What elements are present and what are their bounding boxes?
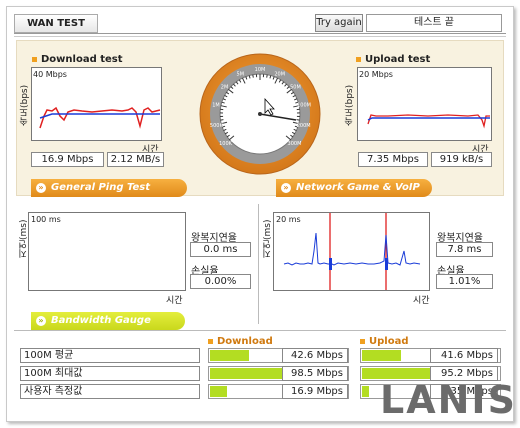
gauge-tick-label: 10M [255, 67, 266, 73]
gauge-tick [266, 74, 268, 78]
header-divider-shadow [14, 36, 506, 37]
general-ping-banner: » General Ping Test [31, 179, 187, 197]
download-speed-mbps: 16.9 Mbps [31, 152, 104, 167]
upload-series-blue [367, 117, 490, 121]
game-rtt-value: 7.8 ms [436, 242, 493, 257]
upload-value: 41.6 Mbps [430, 348, 498, 363]
upload-scale-label: 20 Mbps [359, 70, 393, 79]
download-bullet-icon [208, 338, 213, 344]
gauge-tick-label: 200M [297, 123, 311, 129]
try-again-button[interactable]: Try again [315, 14, 363, 32]
game-graph-plot [283, 213, 421, 290]
bandwidth-upload-header-text: Upload [369, 336, 409, 347]
lanis-watermark: LANIS [380, 378, 517, 422]
ping-x-axis-label: 시간 [166, 296, 183, 306]
upload-bullet-icon [356, 56, 361, 62]
upload-series-red [367, 114, 490, 129]
download-bullet-icon [32, 56, 37, 62]
speed-gauge: 100K 500K 1M 2M 5M 10M 20M 50M 100M 200M 300M [199, 53, 321, 175]
game-voip-banner: » Network Game & VoIP Test [276, 179, 432, 211]
speed-gauge-dial: 100K 500K 1M 2M 5M 10M 20M 50M 100M 200M 300M [199, 53, 321, 175]
ping-scale-label: 100 ms [31, 215, 61, 224]
download-bar-fill [210, 350, 249, 361]
game-spike-fill-2 [385, 258, 388, 270]
download-y-axis-label: 속도(bps) [20, 84, 30, 126]
upload-title: Upload test [356, 54, 430, 65]
game-scale-label: 20 ms [276, 215, 301, 224]
download-series-red [39, 106, 161, 129]
upload-bar-fill [362, 350, 401, 361]
gauge-tick-label: 20M [274, 72, 285, 78]
gauge-tick-label: 500K [210, 123, 224, 129]
upload-bullet-icon [360, 338, 365, 344]
tab-wan-test[interactable]: WAN TEST [14, 14, 98, 33]
upload-speed-kbs: 919 kB/s [431, 152, 492, 167]
download-value: 42.6 Mbps [282, 348, 348, 363]
bandwidth-row-label: 100M 평균 [20, 348, 200, 363]
header-divider [14, 33, 506, 34]
upload-bar-fill [362, 386, 369, 397]
download-bar-fill [210, 386, 227, 397]
upload-y-axis-label: 속도(bps) [345, 84, 355, 126]
game-loss-value: 1.01% [436, 274, 493, 289]
download-speed-mbs: 2.12 MB/s [107, 152, 164, 167]
section-divider [258, 204, 259, 324]
gauge-tick-label: 100K [219, 141, 233, 147]
general-ping-banner-text: General Ping Test [51, 182, 151, 193]
bandwidth-row-label: 사용자 측정값 [20, 384, 200, 399]
ping-rtt-value: 0.0 ms [190, 242, 251, 257]
bandwidth-download-header: Download [208, 336, 273, 347]
download-scale-label: 40 Mbps [33, 70, 67, 79]
gauge-tick-label: 5M [237, 72, 245, 78]
bandwidth-download-header-text: Download [217, 336, 273, 347]
bandwidth-divider [14, 330, 506, 331]
upload-title-text: Upload test [365, 54, 431, 65]
download-value: 98.5 Mbps [282, 366, 348, 381]
game-latency-series [283, 232, 421, 266]
status-field: 테스트 끝 [366, 14, 502, 32]
game-spike-fill-1 [329, 258, 332, 270]
gauge-tick-label: 100M [297, 103, 311, 109]
download-title: Download test [32, 54, 123, 65]
bandwidth-gauge-banner: » Bandwidth Gauge [31, 312, 185, 330]
upload-speed-mbps: 7.35 Mbps [358, 152, 428, 167]
bandwidth-gauge-banner-text: Bandwidth Gauge [51, 315, 151, 326]
arrow-right-icon: » [36, 183, 46, 193]
bandwidth-upload-header: Upload [360, 336, 408, 347]
arrow-right-icon: » [281, 183, 291, 193]
ping-loss-value: 0.00% [190, 274, 251, 289]
download-title-text: Download test [41, 54, 123, 65]
gauge-tick-label: 300M [288, 141, 302, 147]
gauge-tick-label: 2M [221, 84, 229, 90]
game-x-axis-label: 시간 [413, 296, 430, 306]
download-value: 16.9 Mbps [282, 384, 348, 399]
gauge-tick-label: 1M [212, 103, 220, 109]
bandwidth-row-label: 100M 최대값 [20, 366, 200, 381]
arrow-right-icon: » [36, 316, 46, 326]
gauge-tick [252, 74, 254, 78]
gauge-tick-label: 50M [290, 84, 301, 90]
